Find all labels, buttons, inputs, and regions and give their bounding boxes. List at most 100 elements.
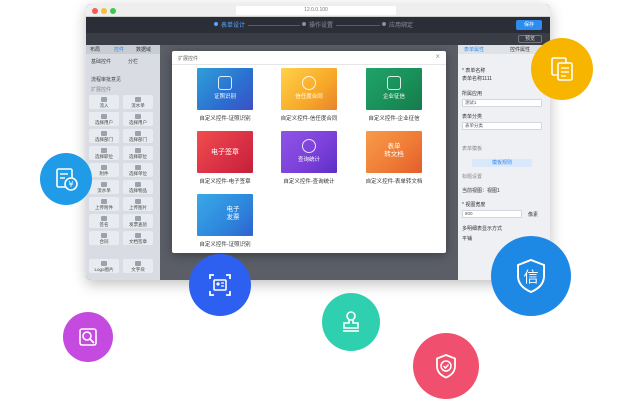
tile-enterprise-credit[interactable]: 企业征信 (366, 68, 422, 110)
tile-id-recognition[interactable]: 证照识别 (197, 68, 253, 110)
category-field[interactable]: 表单分类 (462, 122, 542, 130)
id-card-feature-badge (189, 254, 251, 316)
credit-glyph: 信 (523, 268, 538, 286)
detail-layout-label: 多明细表显示方式 (462, 226, 503, 232)
tile-caption: 自定义控件-证照识别 (199, 116, 251, 122)
step-app-binding[interactable]: 应用绑定 (382, 20, 413, 29)
handshake-icon (302, 76, 316, 90)
component-cell[interactable]: Logo图片 (89, 259, 119, 273)
invoice-feature-badge: ¥ (40, 153, 92, 205)
tab-form-properties[interactable]: 表单属性 (464, 46, 484, 53)
component-cell[interactable]: 流水单 (123, 95, 153, 109)
tab-controls[interactable]: 控件 (114, 46, 124, 53)
browser-titlebar: 12.0.0.100 (86, 4, 550, 17)
close-icon[interactable]: × (435, 53, 440, 61)
component-cell[interactable]: 选择用户 (123, 112, 153, 126)
current-view-key: 当前视图： (462, 188, 488, 194)
view-width-field[interactable]: 800 (462, 210, 522, 218)
group-basic-controls[interactable]: 基础控件 (91, 58, 111, 65)
extended-controls-dialog: 扩展控件 × 证照识别 自定义控件-证照识别 信任度合同 自定义控件-信任度合同… (172, 51, 446, 253)
maximize-window-button[interactable] (110, 8, 116, 14)
component-tabs: 布局 控件 数据域 (86, 45, 160, 54)
component-cell[interactable]: 流入 (89, 95, 119, 109)
id-card-icon (209, 274, 231, 296)
component-cell[interactable]: 文档签章 (123, 231, 153, 245)
tile-caption: 自定义控件-企业征信 (368, 116, 420, 122)
search-feature-badge (63, 312, 113, 362)
component-cell[interactable]: 选择单位 (123, 163, 153, 177)
component-cell[interactable]: 签名 (89, 214, 119, 228)
tile-e-invoice[interactable]: 电子 发票 (197, 194, 253, 236)
detail-layout-value[interactable]: 平铺 (462, 235, 472, 242)
step-form-design[interactable]: 表单设计 (214, 20, 245, 29)
search-stats-icon (79, 328, 97, 346)
search-icon (302, 139, 316, 153)
step-label: 表单设计 (221, 23, 246, 29)
tile-e-signature[interactable]: 电子签章 (197, 131, 253, 173)
component-cell[interactable]: 上传图片 (123, 197, 153, 211)
form-name-value[interactable]: 表单名称1111 (462, 75, 492, 82)
tile-label: 电子 发票 (226, 206, 240, 221)
toolbar (86, 33, 550, 45)
save-button[interactable]: 保存 (516, 20, 542, 30)
form-name-label: * 表单名称 (462, 68, 486, 74)
view-width-label: * 视图宽度 (462, 202, 486, 208)
component-cell[interactable]: 合同 (89, 231, 119, 245)
tile-caption: 自定义控件-表单转文档 (365, 179, 423, 185)
current-view-value: 视图1 (487, 188, 500, 194)
component-cell[interactable]: 选择物品 (123, 180, 153, 194)
minimize-window-button[interactable] (101, 8, 107, 14)
tab-data-fields[interactable]: 数据域 (136, 46, 151, 53)
tile-label: 企业征信 (382, 94, 405, 100)
group-extended-controls[interactable]: 扩展控件 (91, 86, 111, 93)
template-rules-button[interactable]: 模板规则 (472, 159, 532, 167)
dialog-title: 扩展控件 (178, 56, 199, 62)
invoice-icon: ¥ (56, 168, 78, 191)
template-label: 表单模板 (462, 146, 483, 152)
component-cell[interactable]: 上传附件 (89, 197, 119, 211)
credit-icon: 信 (517, 258, 545, 294)
tile-caption: 自定义控件-电子签章 (199, 179, 251, 185)
preview-button[interactable]: 预览 (518, 35, 542, 43)
component-cell[interactable]: 选择职位 (89, 146, 119, 160)
component-cell[interactable]: 附件 (89, 163, 119, 177)
view-width-unit: 像素 (528, 212, 539, 218)
current-view-label: 当前视图：视图1 (462, 187, 500, 194)
tab-layout[interactable]: 布局 (90, 46, 100, 53)
tile-label: 证照识别 (213, 94, 236, 100)
component-cell[interactable]: 选择用户 (89, 112, 119, 126)
stamp-feature-badge (322, 293, 380, 351)
close-window-button[interactable] (92, 8, 98, 14)
id-card-icon (218, 76, 232, 90)
tile-caption: 自定义控件-查询统计 (283, 179, 335, 185)
column-item[interactable]: 分栏 (128, 58, 138, 65)
step-divider (248, 25, 300, 26)
tile-form-to-document[interactable]: 表单 转文档 (366, 131, 422, 173)
hero-stage: 12.0.0.100 表单设计 操作设置 应用绑定 保存 预览 布局 控件 数据… (0, 0, 630, 403)
step-label: 操作设置 (309, 23, 334, 29)
address-bar[interactable]: 12.0.0.100 (236, 6, 396, 15)
tab-control-properties[interactable]: 控件属性 (510, 46, 530, 53)
component-cell[interactable]: 文字块 (123, 259, 153, 273)
document-feature-badge (531, 38, 593, 100)
component-cell[interactable]: 选择部门 (123, 129, 153, 143)
shield-feature-badge (413, 333, 479, 399)
tile-caption: 自定义控件-信任度合同 (280, 116, 338, 122)
step-operation-settings[interactable]: 操作设置 (302, 20, 333, 29)
app-label: 所属应用 (462, 91, 483, 97)
title-settings-label: 标题设置 (462, 174, 483, 180)
document-copy-icon (551, 57, 573, 81)
app-field[interactable]: 测试1 (462, 99, 542, 107)
stamp-icon (343, 311, 359, 332)
component-cell[interactable]: 选择职位 (123, 146, 153, 160)
tile-query-stats[interactable]: 查询统计 (281, 131, 337, 173)
shield-icon (387, 76, 401, 90)
tile-trust-contract[interactable]: 信任度合同 (281, 68, 337, 110)
component-cell[interactable]: 流水单 (89, 180, 119, 194)
tile-label: 电子签章 (211, 149, 239, 156)
component-panel: 布局 控件 数据域 基础控件 分栏 流程审批意见 扩展控件 流入 流水单 选择用… (86, 45, 160, 280)
component-cell[interactable]: 发票查验 (123, 214, 153, 228)
component-cell[interactable]: 选择部门 (89, 129, 119, 143)
tile-caption: 自定义控件-证照识别 (199, 242, 251, 248)
approval-opinion-item[interactable]: 流程审批意见 (91, 76, 121, 83)
